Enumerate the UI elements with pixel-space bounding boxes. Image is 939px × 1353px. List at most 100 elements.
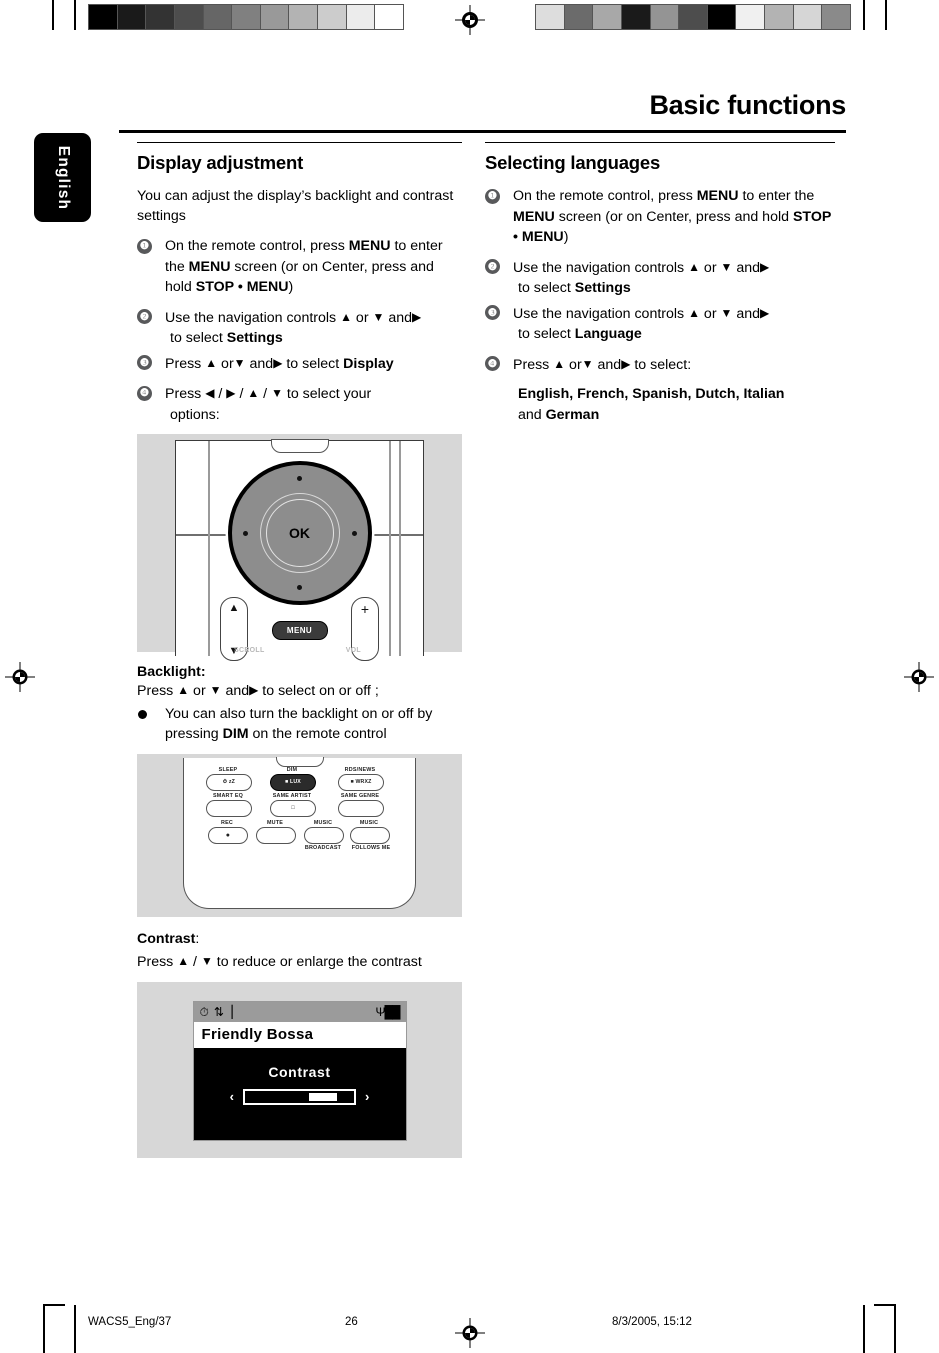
rds-news-button[interactable]: ■ WRXZ — [338, 773, 384, 791]
calibration-swatch — [346, 5, 376, 29]
navigation-ring[interactable]: OK — [227, 461, 372, 606]
button-label-smart-eq: SMART EQ — [212, 792, 244, 799]
lcd-status-bar: ⏱ ⇅ ⎮ Ψ██ — [193, 1001, 406, 1022]
dim-button[interactable]: ■ LUX — [270, 773, 316, 791]
calibration-swatch — [564, 5, 594, 29]
lcd-right-arrow-icon[interactable]: › — [365, 1089, 369, 1104]
calibration-swatch — [736, 5, 766, 29]
nav-right-dot-icon[interactable] — [351, 530, 357, 536]
crop-mark-top-right-b — [863, 0, 865, 30]
same-genre-button[interactable] — [338, 799, 384, 817]
music-broadcast-button[interactable] — [304, 826, 344, 844]
backlight-bullet: You can also turn the backlight on or of… — [137, 704, 462, 745]
grayscale-calibration-strip-left — [88, 4, 404, 30]
rec-dot-icon: ● — [225, 831, 231, 839]
figure-remote-control-keypad: SLEEP ⏱ zZ DIM ■ LUX RDS/NEWS ■ WRXZ SMA… — [137, 753, 462, 917]
calibration-swatch — [822, 5, 851, 29]
calibration-swatch — [707, 5, 737, 29]
crop-mark-bottom-left-b — [74, 1305, 76, 1353]
contrast-heading: Contrast: — [137, 929, 462, 950]
step-text: Press ◀ / ▶ / ▲ / ▼ to select your option… — [165, 386, 372, 423]
step-number: ❹ — [137, 385, 152, 401]
sleep-glyph-icon: ⏱ zZ — [222, 778, 236, 785]
calibration-swatch — [260, 5, 290, 29]
crop-mark-bottom-left-a — [43, 1305, 45, 1353]
rec-button[interactable]: ● — [208, 826, 248, 844]
section-divider-display — [137, 142, 462, 144]
figure-navigation-controls: OK ▲ ▼ + MENU SCROLL VOL — [137, 434, 462, 662]
calibration-swatch — [174, 5, 204, 29]
lcd-slider-row: ‹ › — [194, 1088, 406, 1105]
step-text: Use the navigation controls ▲ or ▼ and▶ t… — [513, 305, 770, 343]
nav-down-dot-icon[interactable] — [297, 585, 302, 591]
lcd-left-arrow-icon[interactable]: ‹ — [230, 1089, 234, 1104]
button-label-sleep: SLEEP — [218, 766, 238, 773]
calibration-swatch — [89, 5, 118, 29]
step-text: Use the navigation controls ▲ or ▼ and▶ t… — [165, 309, 422, 347]
registration-mark-top — [455, 5, 485, 35]
contrast-slider[interactable] — [243, 1088, 356, 1105]
volume-plus-icon[interactable]: + — [361, 601, 369, 617]
same-artist-button[interactable]: □ — [270, 799, 316, 817]
smart-eq-button[interactable] — [206, 799, 252, 817]
step-number: ❸ — [485, 305, 500, 321]
contrast-slider-knob[interactable] — [308, 1092, 337, 1101]
menu-button[interactable]: MENU — [271, 621, 328, 641]
calibration-swatch — [375, 5, 404, 29]
step-item: ❸ Press ▲ or▼ and▶ to select Display — [137, 353, 462, 375]
crop-mark-top-left-a — [52, 0, 54, 30]
button-label-same-artist: SAME ARTIST — [272, 792, 312, 799]
figure-lcd-contrast-screen: ⏱ ⇅ ⎮ Ψ██ Friendly Bossa Contrast ‹ › — [137, 981, 462, 1158]
lcd-dialog: Contrast ‹ › — [193, 1047, 406, 1140]
contrast-heading-colon: : — [195, 930, 200, 947]
top-button[interactable] — [270, 439, 329, 454]
button-label-dim: DIM — [286, 766, 298, 773]
calibration-swatch — [289, 5, 319, 29]
language-options-list: English, French, Spanish, Dutch, Italian… — [518, 386, 785, 423]
step-item: ❶ On the remote control, press MENU to e… — [485, 186, 835, 248]
clock-icon: ⏱ — [199, 1004, 209, 1019]
music-follows-me-button[interactable] — [350, 826, 390, 844]
calibration-swatch — [593, 5, 622, 29]
backlight-heading: Backlight: — [137, 664, 206, 681]
calibration-swatch — [793, 5, 823, 29]
face-hairline-left — [208, 441, 210, 657]
step-text: Press ▲ or▼ and▶ to select: — [513, 356, 692, 373]
step-number: ❷ — [137, 309, 152, 325]
footer-date: 8/3/2005, 15:12 — [612, 1316, 692, 1328]
lcd-screen: ⏱ ⇅ ⎮ Ψ██ Friendly Bossa Contrast ‹ › — [192, 1000, 407, 1141]
step-item: ❷ Use the navigation controls ▲ or ▼ and… — [485, 257, 835, 299]
display-intro-text: You can adjust the display’s backlight a… — [137, 188, 454, 225]
shuffle-repeat-icon: ⇅ — [213, 1004, 224, 1019]
button-label-rec: REC — [221, 819, 233, 826]
face-hairline-right — [389, 441, 391, 657]
sleep-button[interactable]: ⏱ zZ — [206, 773, 252, 791]
mute-button[interactable] — [256, 826, 296, 844]
face-hairline-right2 — [399, 441, 401, 657]
scroll-up-icon[interactable]: ▲ — [229, 602, 240, 614]
device-face: OK ▲ ▼ + MENU SCROLL VOL — [175, 439, 424, 662]
nav-up-dot-icon[interactable] — [297, 476, 302, 482]
button-label-music-follows-me: MUSIC — [359, 819, 379, 826]
step-text: Press ▲ or▼ and▶ to select Display — [165, 355, 394, 372]
calibration-swatch — [232, 5, 261, 29]
remote-top-partial-button[interactable] — [275, 756, 324, 767]
step-number: ❹ — [485, 356, 500, 372]
nav-left-dot-icon[interactable] — [242, 530, 248, 536]
registration-mark-left — [5, 662, 35, 692]
section-divider-languages — [485, 142, 835, 144]
calibration-swatch — [621, 5, 651, 29]
volume-caption: VOL — [345, 647, 361, 655]
calibration-swatch — [650, 5, 680, 29]
dim-glyph-icon: ■ LUX — [285, 779, 301, 786]
step-text: On the remote control, press MENU to ent… — [513, 188, 832, 246]
footer-page-number: 26 — [345, 1316, 358, 1328]
manual-page: English Basic functions Display adjustme… — [0, 0, 939, 1353]
step-item: ❶ On the remote control, press MENU to e… — [137, 236, 462, 298]
step-item: ❸ Use the navigation controls ▲ or ▼ and… — [485, 303, 835, 345]
eq-bars-icon: ⎮ — [228, 1004, 236, 1019]
bullet-dot-icon — [138, 709, 147, 719]
calibration-swatch — [318, 5, 347, 29]
calibration-swatch — [765, 5, 794, 29]
crop-mark-bottom-right-b — [863, 1305, 865, 1353]
